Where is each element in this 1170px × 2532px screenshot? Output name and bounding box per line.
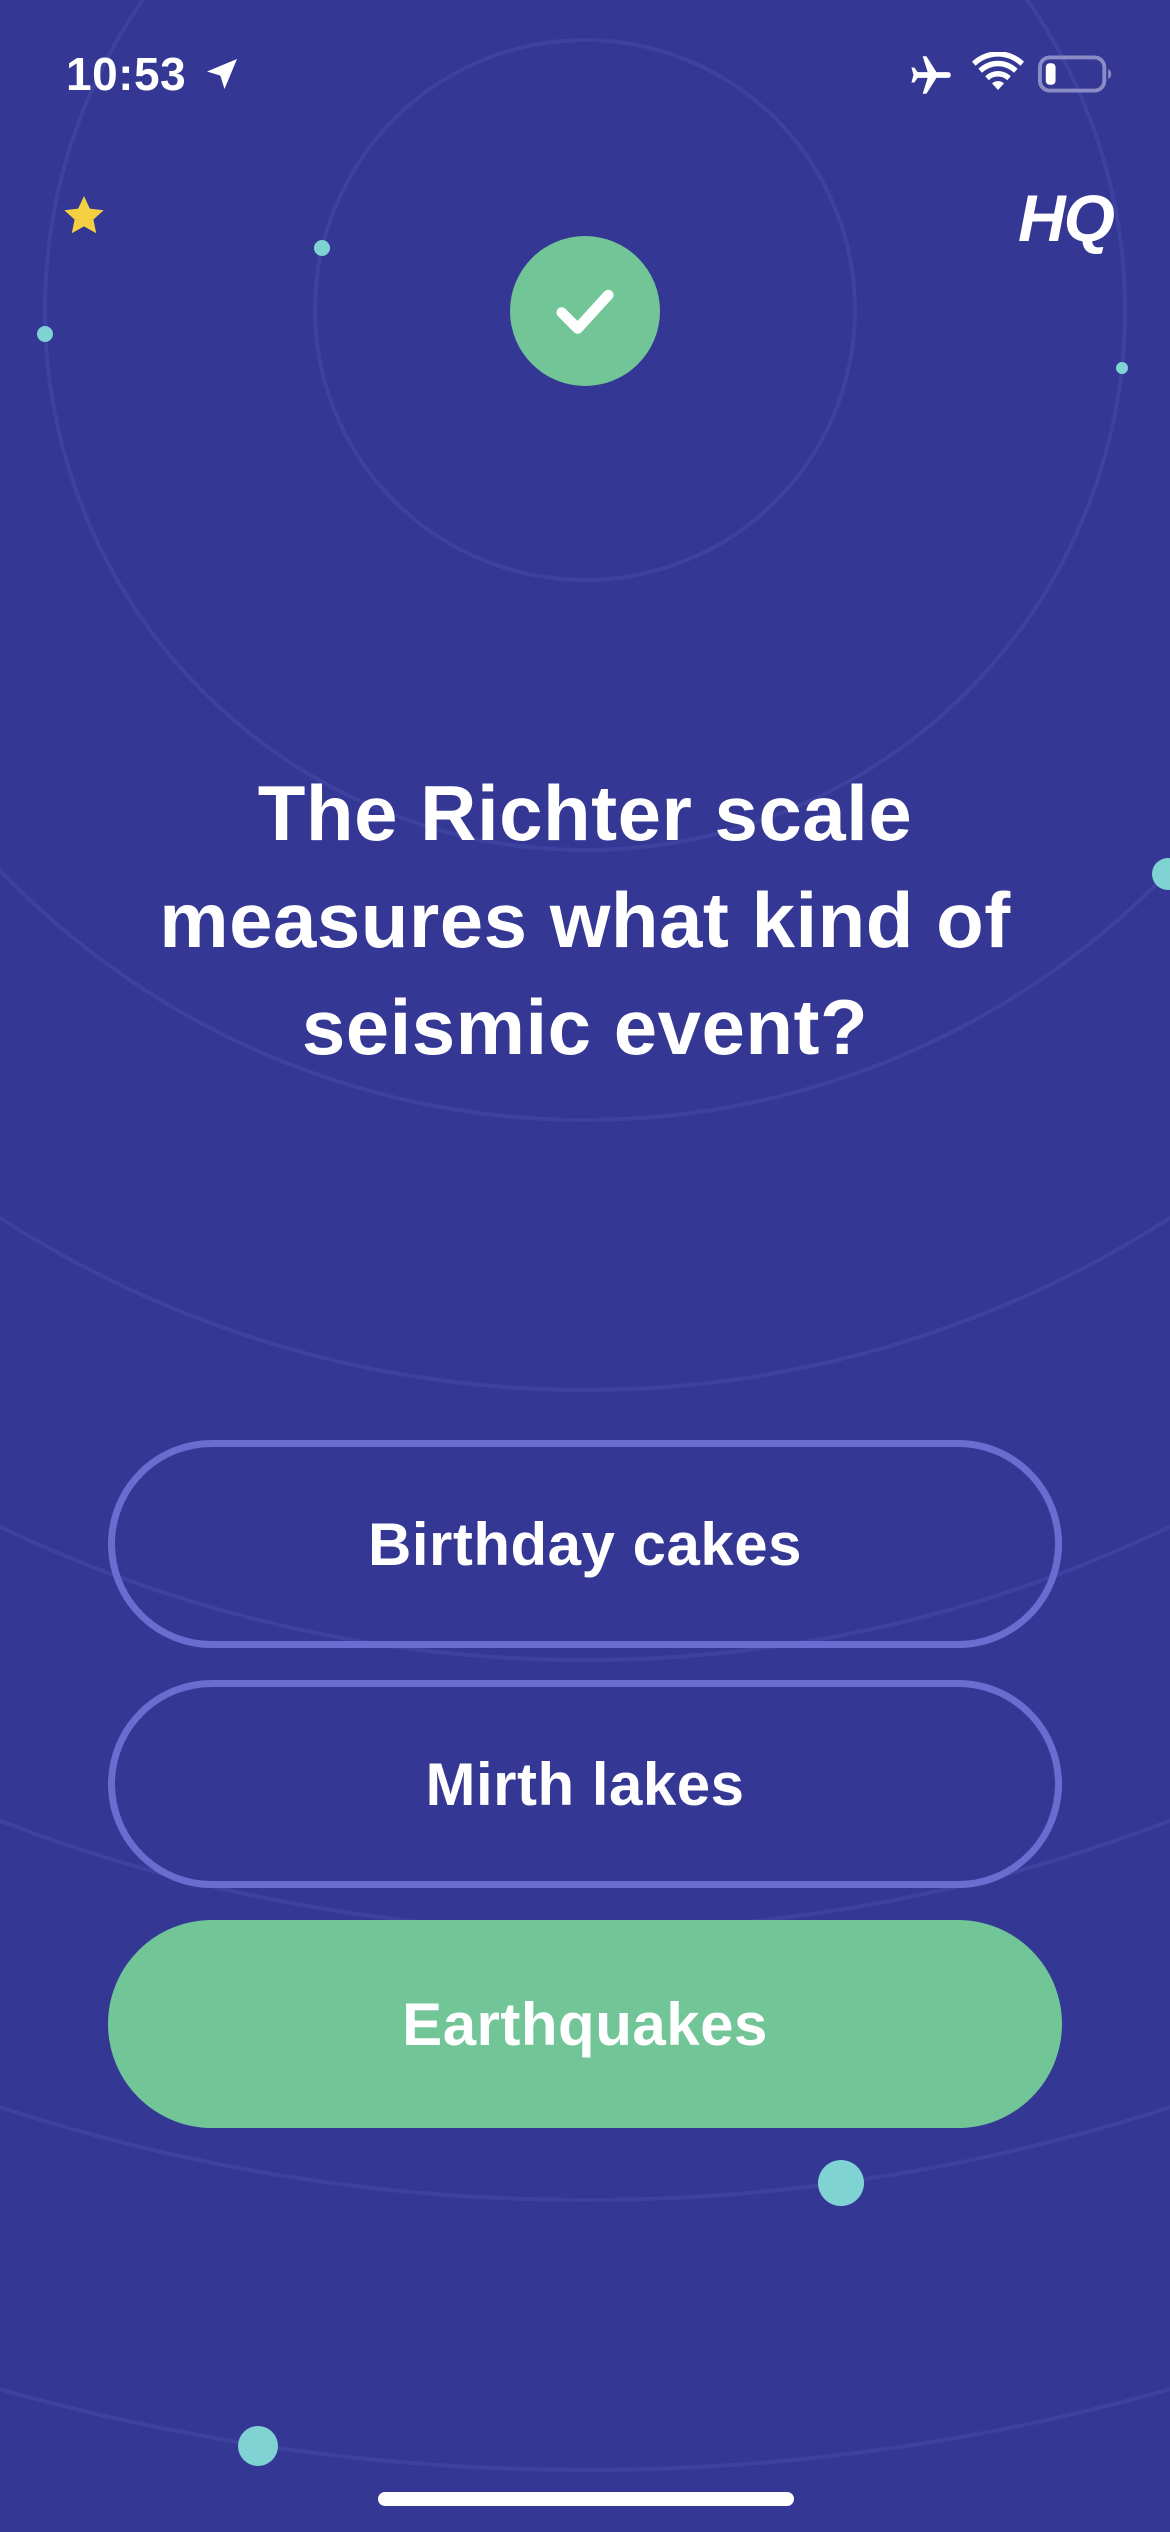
status-time: 10:53 bbox=[66, 48, 187, 100]
location-arrow-icon bbox=[207, 59, 237, 89]
decor-dot bbox=[314, 240, 330, 256]
status-bar: 10:53 bbox=[0, 0, 1170, 150]
answer-list: Birthday cakes Mirth lakes Earthquakes bbox=[108, 1440, 1062, 2160]
decor-dot bbox=[1116, 362, 1128, 374]
correct-badge bbox=[510, 236, 660, 386]
battery-low-icon bbox=[1038, 55, 1112, 93]
decor-dot bbox=[818, 2160, 864, 2206]
wifi-icon bbox=[972, 52, 1024, 90]
answer-option-mirth-lakes[interactable]: Mirth lakes bbox=[108, 1680, 1062, 1888]
home-indicator[interactable] bbox=[378, 2492, 794, 2506]
star-icon[interactable] bbox=[60, 192, 108, 240]
answer-option-birthday-cakes[interactable]: Birthday cakes bbox=[108, 1440, 1062, 1648]
airplane-icon bbox=[911, 56, 951, 94]
trivia-screen: 10:53 HQ The Richter scale measures what… bbox=[0, 0, 1170, 2532]
check-icon bbox=[556, 289, 614, 334]
question-text: The Richter scale measures what kind of … bbox=[159, 769, 1011, 1071]
decor-dot bbox=[238, 2426, 278, 2466]
hq-logo: HQ bbox=[1018, 181, 1115, 255]
answer-option-earthquakes[interactable]: Earthquakes bbox=[108, 1920, 1062, 2128]
decor-dot bbox=[37, 326, 53, 342]
